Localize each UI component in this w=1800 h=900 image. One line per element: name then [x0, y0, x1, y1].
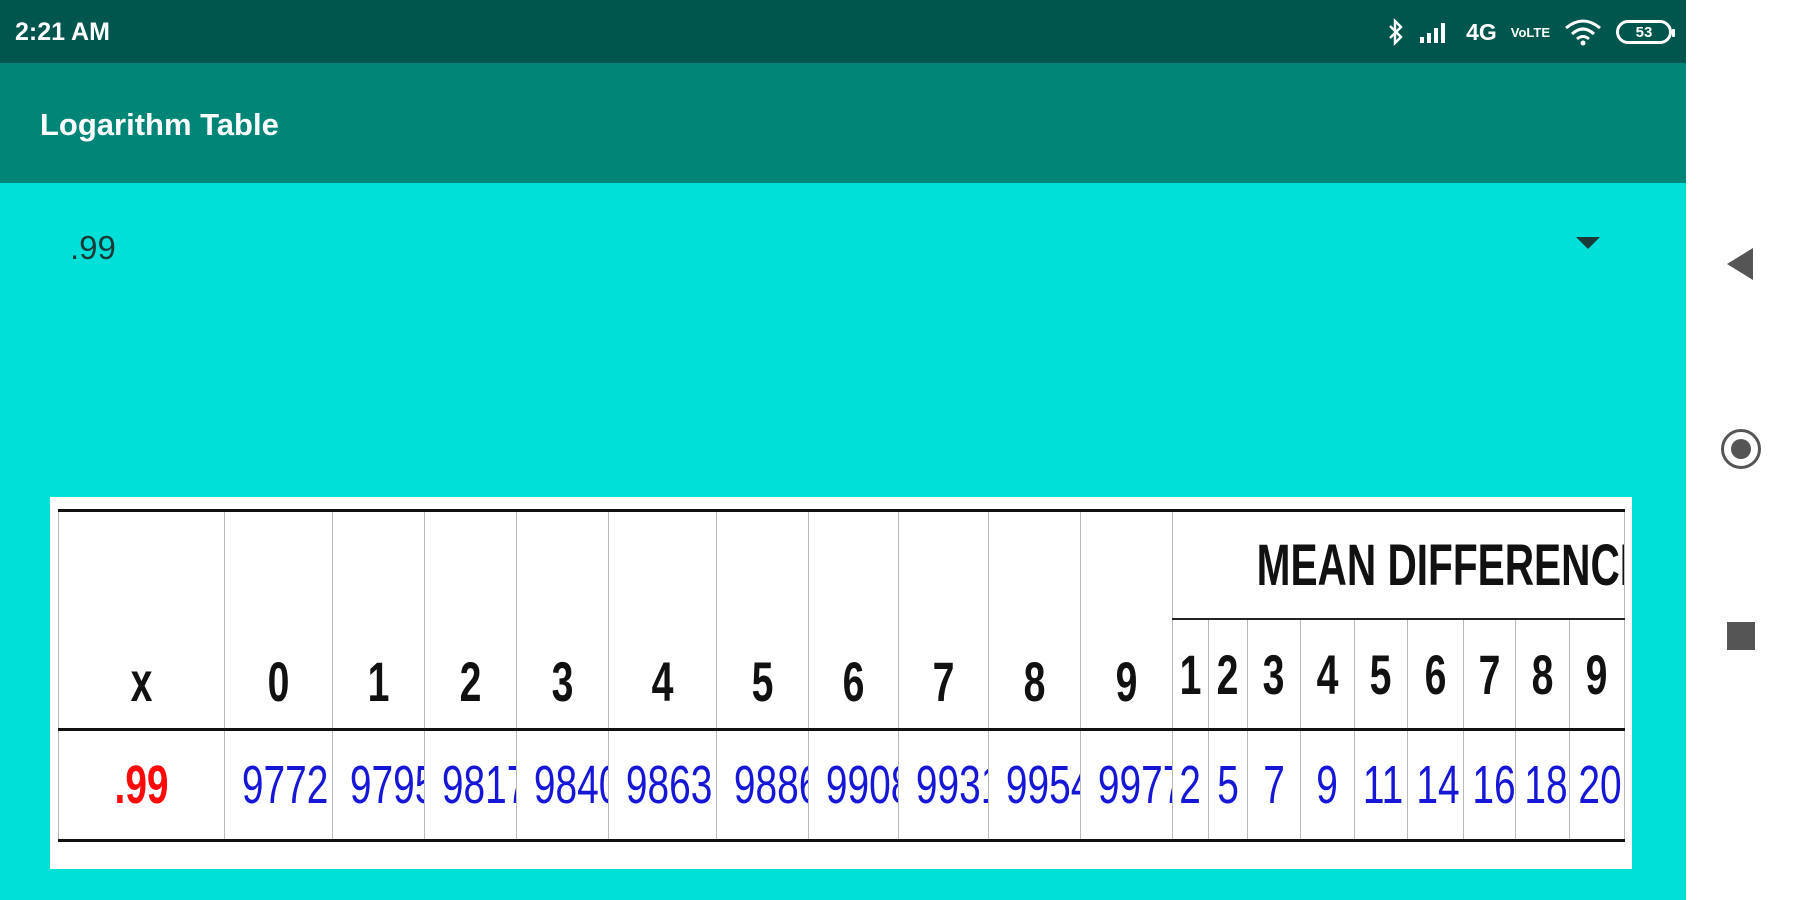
recents-icon[interactable] [1727, 622, 1755, 650]
column-header: 8 [988, 509, 1081, 730]
battery-level: 53 [1635, 23, 1653, 41]
mean-value-cell: 16 [1463, 728, 1516, 842]
value-cell: 9908 [808, 728, 899, 842]
mean-column-header: 5 [1354, 618, 1408, 730]
table-header-top: x 0 1 2 3 4 5 6 7 8 9 MEAN DIFFERENCE [58, 509, 1626, 730]
bluetooth-icon [1389, 18, 1403, 46]
network-type: 4G [1466, 18, 1497, 45]
spinner-selected-value: .99 [70, 229, 116, 266]
mean-column-header: 9 [1568, 618, 1626, 730]
status-icons: 4G VoLTE 53 [1388, 14, 1675, 50]
column-header: 3 [516, 509, 609, 730]
dropdown-arrow-icon[interactable] [1576, 237, 1600, 249]
mean-value-cell: 11 [1354, 728, 1408, 842]
mean-column-header: 4 [1300, 618, 1355, 730]
value-cell: 9817 [424, 728, 517, 842]
mean-column-header: 3 [1247, 618, 1301, 730]
back-icon[interactable] [1727, 248, 1753, 280]
value-cell: 9863 [608, 728, 717, 842]
status-time: 2:21 AM [15, 18, 110, 46]
column-header: 9 [1080, 509, 1173, 730]
wifi-icon [1565, 19, 1601, 46]
status-bar: 2:21 AM 4G VoLTE 53 [0, 0, 1686, 63]
mean-value-cell: 5 [1208, 728, 1248, 842]
value-cell: 9772 [224, 728, 333, 842]
value-cell: 9931 [898, 728, 989, 842]
column-header: 6 [808, 509, 899, 730]
column-header: 7 [898, 509, 989, 730]
battery-icon: 53 [1616, 20, 1675, 44]
value-cell: 9795 [332, 728, 425, 842]
column-header: 2 [424, 509, 517, 730]
x-column-header: x [58, 509, 225, 730]
mean-value-cell: 20 [1568, 728, 1626, 842]
mean-column-header: 6 [1407, 618, 1464, 730]
table-row: .99 9772 9795 9817 9840 9863 9886 9908 9… [58, 728, 1626, 842]
mean-value-cell: 7 [1247, 728, 1301, 842]
mean-column-header: 2 [1208, 618, 1248, 730]
volte-indicator: VoLTE [1510, 24, 1550, 40]
value-cell: 9977 [1080, 728, 1173, 842]
mean-value-cell: 18 [1515, 728, 1570, 842]
value-cell: 9886 [716, 728, 809, 842]
app-bar: Logarithm Table [0, 63, 1686, 183]
log-table: x 0 1 2 3 4 5 6 7 8 9 MEAN DIFFERENCE 1 … [58, 509, 1626, 842]
app-screen: 2:21 AM 4G VoLTE 53 Logarithm Table .99 … [0, 0, 1686, 900]
value-cell: 9840 [516, 728, 609, 842]
mean-value-cell: 2 [1172, 728, 1209, 842]
column-header: 5 [716, 509, 809, 730]
column-header: 0 [224, 509, 333, 730]
value-cell: 9954 [988, 728, 1081, 842]
column-header: 4 [608, 509, 717, 730]
mean-value-cell: 14 [1407, 728, 1464, 842]
mean-difference-header: MEAN DIFFERENCE [1171, 509, 1626, 619]
log-table-image: x 0 1 2 3 4 5 6 7 8 9 MEAN DIFFERENCE 1 … [50, 497, 1632, 869]
app-title: Logarithm Table [40, 107, 279, 142]
mean-column-header: 1 [1172, 618, 1209, 730]
home-icon[interactable] [1721, 429, 1761, 469]
x-value-cell: .99 [58, 728, 225, 842]
mean-column-header: 8 [1515, 618, 1570, 730]
mean-value-cell: 9 [1300, 728, 1355, 842]
mean-column-header: 7 [1463, 618, 1516, 730]
column-header: 1 [332, 509, 425, 730]
signal-icon [1420, 23, 1446, 43]
value-spinner[interactable]: .99 [40, 205, 1610, 285]
